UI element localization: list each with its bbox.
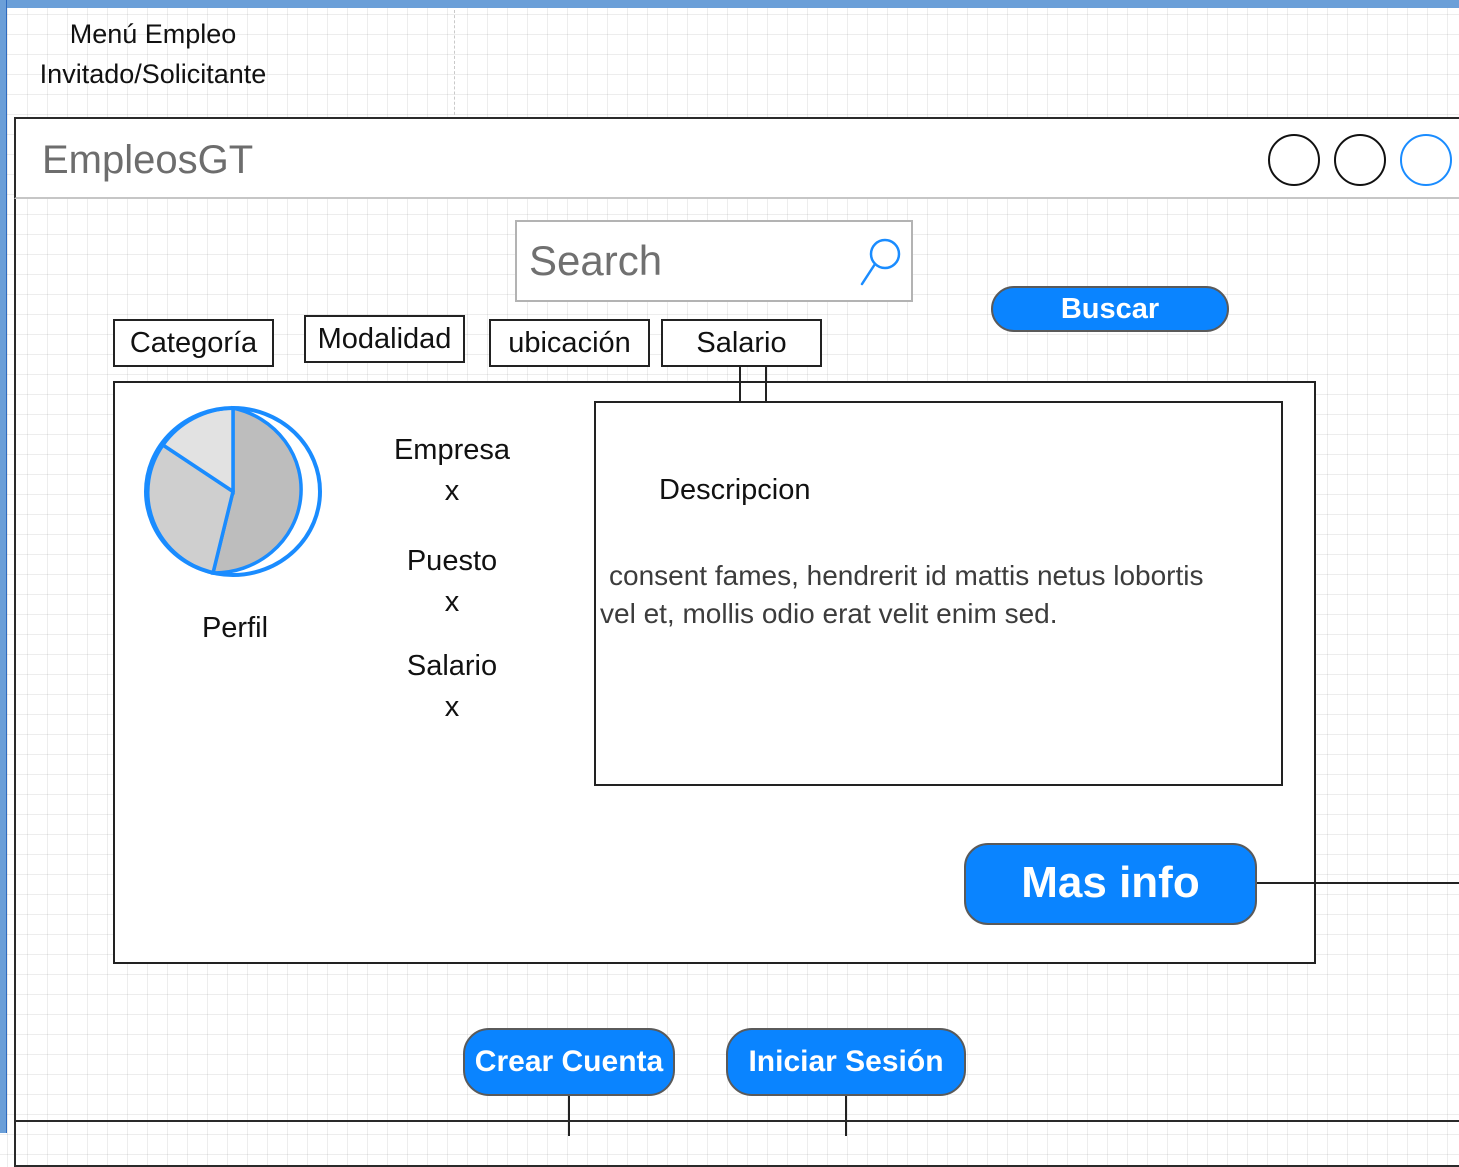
field-label: Puesto [406,545,498,577]
profile-label: Perfil [201,612,269,644]
connector-line [568,1096,570,1136]
description-text: consent fames, hendrerit id mattis netus… [600,557,1280,633]
more-info-button[interactable]: Mas info [964,843,1257,925]
window-control-circle-2[interactable] [1334,134,1386,186]
field-value: x [444,586,460,618]
window-control-circle-1[interactable] [1268,134,1320,186]
field-puesto: Puesto x [372,541,532,623]
search-box[interactable] [515,220,913,302]
field-value: x [444,475,460,507]
editor-left-strip [0,0,7,1133]
diagram-caption-line1: Menú Empleo [69,19,237,49]
field-label: Empresa [393,434,511,466]
search-input[interactable] [529,232,849,290]
connector-line [739,367,741,402]
description-text-line2: vel et, mollis odio erat velit enim sed. [600,598,1058,629]
description-title: Descripcion [659,474,811,506]
description-text-line1: consent fames, hendrerit id mattis netus… [609,560,1204,591]
connector-line [845,1096,847,1136]
filter-ubicacion[interactable]: ubicación [489,319,650,367]
window-bottom-edge [14,1120,1459,1122]
connector-line [1257,882,1459,884]
diagram-caption: Menú Empleo Invitado/Solicitante [14,14,292,94]
field-value: x [444,691,460,723]
diagram-caption-line2: Invitado/Solicitante [39,59,267,89]
filter-modalidad[interactable]: Modalidad [304,315,465,363]
field-label: Salario [406,650,498,682]
app-title: EmpleosGT [42,138,254,182]
search-button[interactable]: Buscar [991,286,1229,332]
editor-top-strip [0,0,1459,8]
search-icon[interactable] [857,236,903,288]
create-account-button[interactable]: Crear Cuenta [463,1028,675,1096]
filter-salario[interactable]: Salario [661,319,822,367]
connector-line [765,367,767,402]
field-empresa: Empresa x [372,430,532,512]
window-control-circle-3[interactable] [1400,134,1452,186]
filter-categoria[interactable]: Categoría [113,319,274,367]
pie-chart-icon [144,405,322,577]
login-button[interactable]: Iniciar Sesión [726,1028,966,1096]
field-salario: Salario x [372,646,532,728]
guide-line [454,10,455,120]
